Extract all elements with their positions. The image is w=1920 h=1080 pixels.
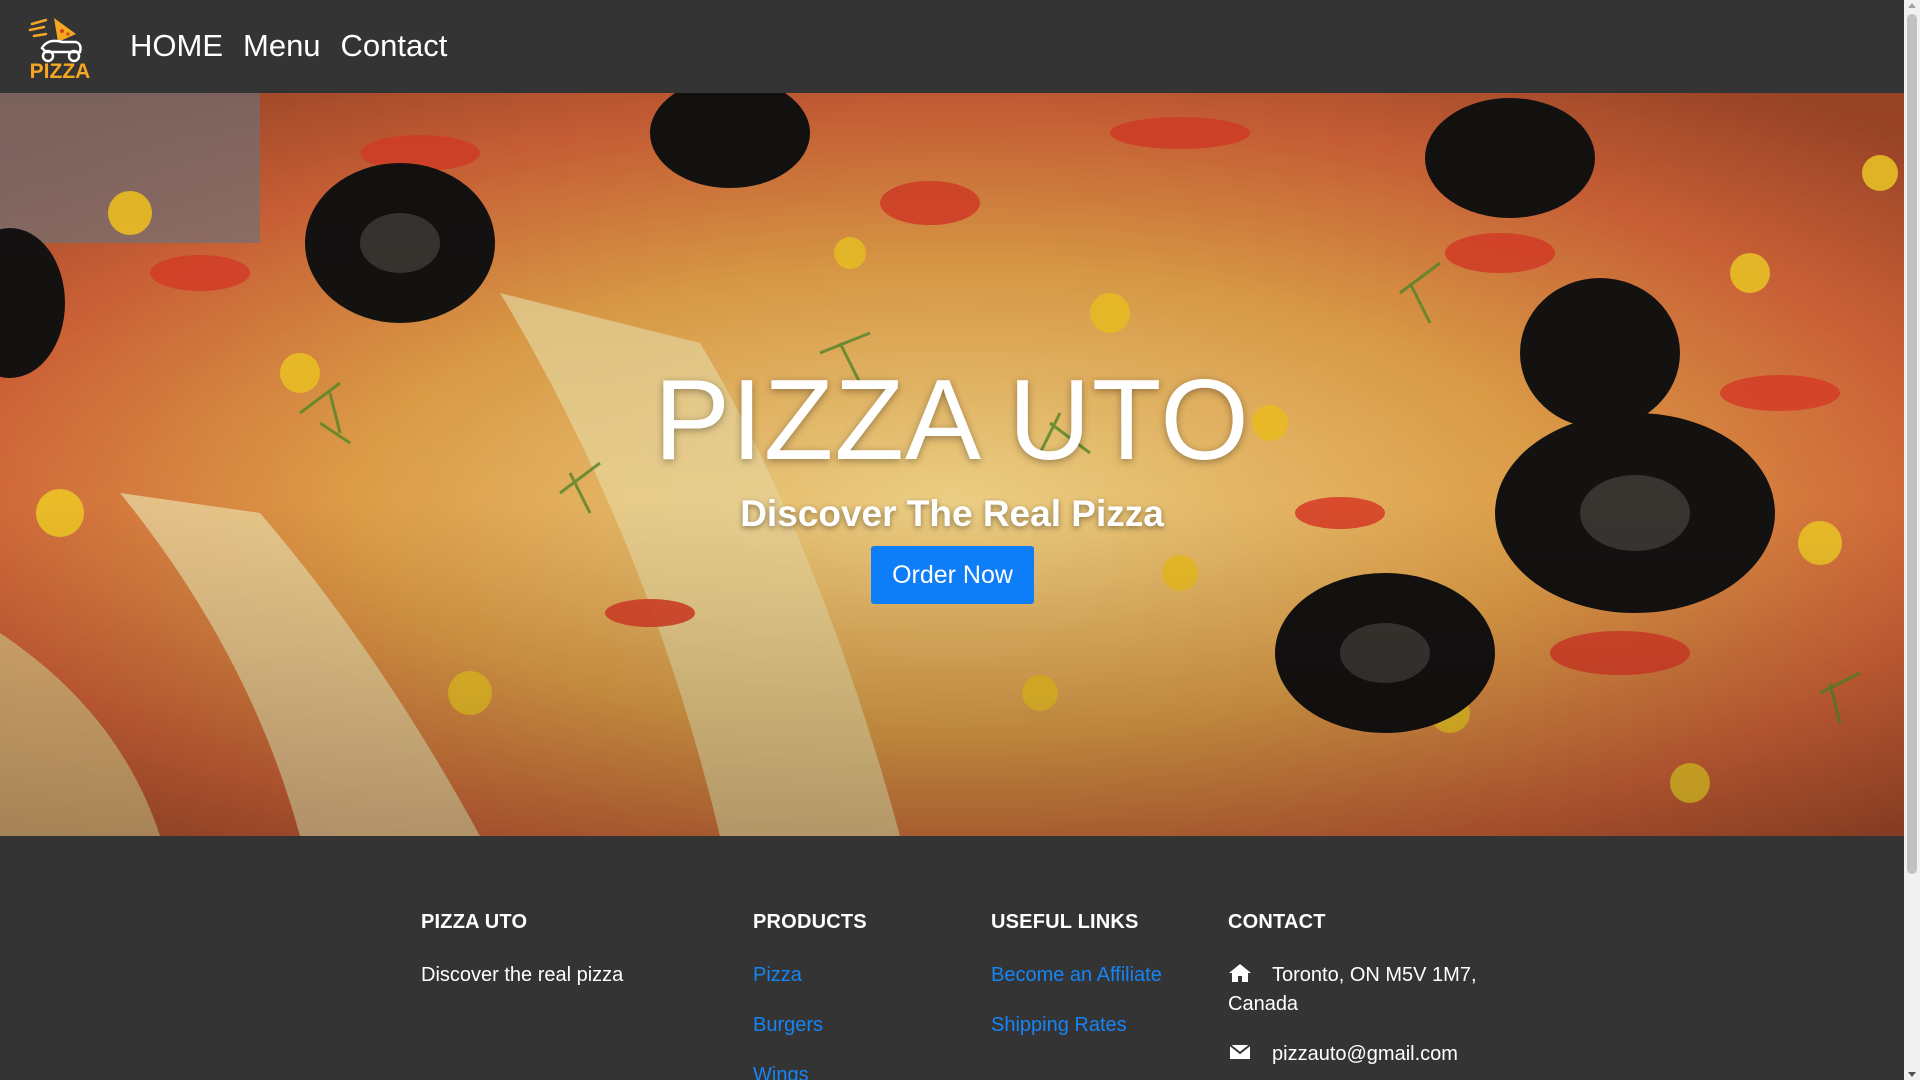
nav-home-link[interactable]: HOME	[130, 26, 223, 66]
footer-useful-links-heading: USEFUL LINKS	[991, 911, 1139, 933]
footer-contact-heading: CONTACT	[1228, 911, 1326, 933]
footer-products-heading: PRODUCTS	[753, 911, 867, 933]
nav-menu-link[interactable]: Menu	[243, 26, 321, 66]
contact-address: Toronto, ON M5V 1M7, Canada	[1228, 961, 1508, 1019]
footer: PIZZA UTO Discover the real pizza PRODUC…	[0, 836, 1904, 1080]
scroll-up-icon[interactable]	[1908, 3, 1916, 8]
footer-about-text: Discover the real pizza	[421, 964, 624, 986]
footer-link-wings[interactable]: Wings	[753, 1061, 953, 1080]
page-scrollbar[interactable]	[1904, 0, 1920, 1080]
pizza-scooter-logo-icon: PIZZA	[28, 18, 91, 83]
contact-address-text: Toronto, ON M5V 1M7, Canada	[1228, 964, 1477, 1015]
contact-email-text: pizzauto@gmail.com	[1272, 1043, 1458, 1065]
footer-products: PRODUCTS Pizza Burgers Wings	[753, 908, 953, 1080]
nav-contact-link[interactable]: Contact	[341, 26, 448, 66]
footer-link-affiliate[interactable]: Become an Affiliate	[991, 961, 1171, 990]
hero-title: PIZZA UTO	[654, 357, 1250, 484]
nav-links: HOME Menu Contact	[130, 26, 447, 66]
scroll-down-icon[interactable]	[1908, 1072, 1916, 1077]
footer-link-burgers[interactable]: Burgers	[753, 1011, 953, 1040]
hero-section: PIZZA UTO Discover The Real Pizza Order …	[0, 93, 1904, 836]
footer-link-pizza[interactable]: Pizza	[753, 961, 953, 990]
contact-email: pizzauto@gmail.com	[1228, 1040, 1508, 1069]
brand-logo[interactable]: PIZZA	[24, 12, 96, 83]
footer-about: PIZZA UTO Discover the real pizza	[421, 908, 721, 990]
navbar: PIZZA HOME Menu Contact	[0, 0, 1904, 93]
scroll-thumb[interactable]	[1907, 14, 1917, 874]
footer-link-shipping-rates[interactable]: Shipping Rates	[991, 1011, 1171, 1040]
footer-about-heading: PIZZA UTO	[421, 911, 528, 933]
hero-subtitle: Discover The Real Pizza	[740, 493, 1164, 534]
footer-contact: CONTACT Toronto, ON M5V 1M7, Canada pizz…	[1228, 908, 1508, 1080]
footer-useful-links: USEFUL LINKS Become an Affiliate Shippin…	[991, 908, 1171, 1061]
svg-text:PIZZA: PIZZA	[30, 60, 91, 80]
home-icon	[1229, 964, 1251, 982]
envelope-icon	[1229, 1044, 1251, 1059]
order-now-button[interactable]: Order Now	[871, 546, 1034, 604]
